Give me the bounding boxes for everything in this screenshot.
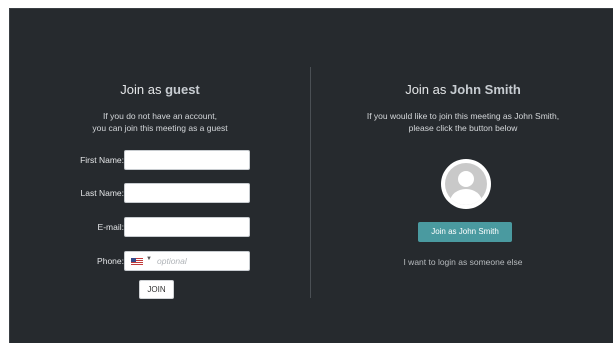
user-title: Join as John Smith	[312, 82, 613, 97]
join-dialog: Join as guest If you do not have an acco…	[9, 8, 613, 343]
last-name-row: Last Name:	[10, 183, 310, 203]
guest-title-accent: guest	[165, 82, 200, 97]
email-label: E-mail:	[97, 222, 124, 232]
default-user-avatar-icon	[441, 159, 491, 209]
join-button[interactable]: JOIN	[139, 280, 174, 299]
guest-desc-line1: If you do not have an account,	[103, 111, 217, 121]
avatar-head	[458, 171, 474, 187]
us-flag-icon[interactable]	[131, 258, 143, 265]
last-name-field[interactable]	[124, 183, 250, 203]
join-as-user-button[interactable]: Join as John Smith	[418, 222, 512, 242]
first-name-row: First Name:	[10, 150, 310, 170]
user-title-accent: John Smith	[450, 82, 521, 97]
guest-title: Join as guest	[10, 82, 310, 97]
phone-row: Phone: ▼ optional	[10, 251, 310, 271]
phone-field[interactable]: ▼ optional	[124, 251, 250, 271]
user-description: If you would like to join this meeting a…	[312, 110, 613, 134]
avatar-inner	[445, 163, 487, 205]
caret-down-icon[interactable]: ▼	[146, 256, 152, 262]
login-as-someone-else-link[interactable]: I want to login as someone else	[312, 257, 613, 267]
guest-panel: Join as guest If you do not have an acco…	[10, 9, 310, 344]
phone-label: Phone:	[97, 256, 124, 266]
guest-desc-line2: you can join this meeting as a guest	[92, 123, 228, 133]
phone-placeholder: optional	[157, 256, 187, 266]
last-name-label: Last Name:	[80, 188, 124, 198]
user-desc-line2: please click the button below	[408, 123, 518, 133]
guest-description: If you do not have an account, you can j…	[10, 110, 310, 134]
first-name-label: First Name:	[80, 155, 124, 165]
email-row: E-mail:	[10, 217, 310, 237]
user-desc-line1: If you would like to join this meeting a…	[366, 111, 560, 121]
window-frame: Join as guest If you do not have an acco…	[0, 0, 613, 343]
user-title-prefix: Join as	[405, 82, 447, 97]
email-field[interactable]	[124, 217, 250, 237]
avatar-body	[450, 189, 482, 205]
panel-divider	[310, 67, 311, 298]
first-name-field[interactable]	[124, 150, 250, 170]
guest-title-prefix: Join as	[120, 82, 162, 97]
user-panel: Join as John Smith If you would like to …	[312, 9, 613, 344]
